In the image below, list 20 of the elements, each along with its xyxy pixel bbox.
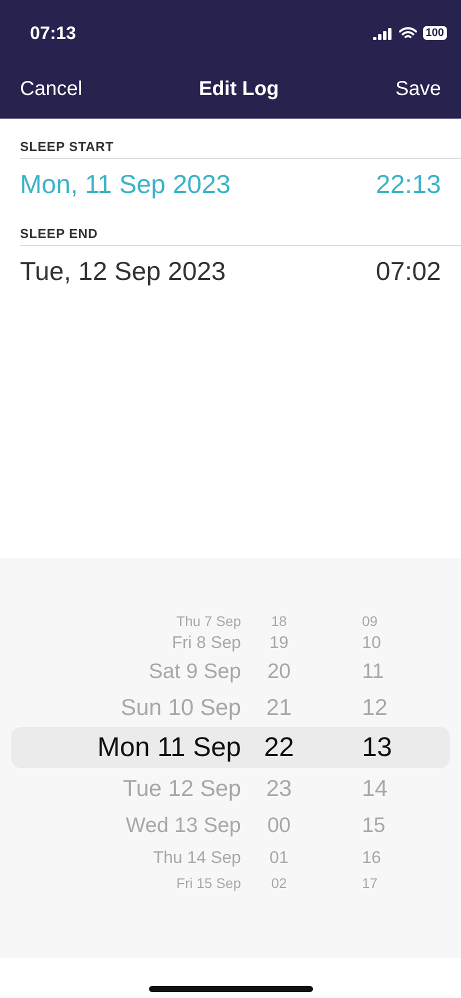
battery-level: 100 [422,26,447,40]
picker-row[interactable]: Sat 9 Sep 20 11 [11,655,450,688]
picker-row[interactable]: Fri 15 Sep 02 17 [11,872,450,894]
screen-title: Edit Log [198,78,279,100]
datetime-field[interactable]: Tue, 12 Sep 2023 07:02 [20,246,461,293]
picker-row[interactable]: Sun 10 Sep 21 12 [11,688,450,727]
picker-row[interactable]: Thu 14 Sep 01 16 [11,843,450,872]
picker-row[interactable]: Tue 12 Sep 23 14 [11,768,450,808]
datetime-field[interactable]: Mon, 11 Sep 2023 22:13 [20,159,461,206]
picker-row[interactable]: Mon 11 Sep 22 13 [11,727,450,768]
signal-icon [372,26,393,40]
picker-row[interactable]: Wed 13 Sep 00 15 [11,808,450,843]
section-label: SLEEP END [20,226,461,246]
save-button[interactable]: Save [395,78,441,100]
picker-row[interactable]: Thu 7 Sep 18 09 [11,610,450,631]
picker-row[interactable]: Fri 8 Sep 19 10 [11,631,450,655]
status-time: 07:13 [30,22,76,44]
cancel-button[interactable]: Cancel [20,78,82,100]
wifi-icon [398,26,417,40]
section-label: SLEEP START [20,139,461,159]
